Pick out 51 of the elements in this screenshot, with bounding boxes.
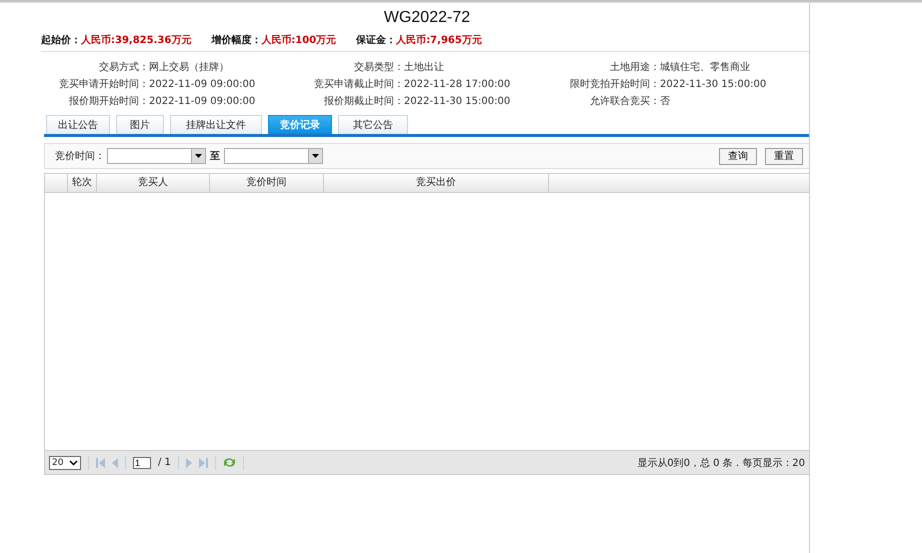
- price-label: 增价幅度：: [211, 35, 262, 46]
- info-value: 2022-11-28 17:00:00: [404, 78, 510, 91]
- last-page-icon[interactable]: [198, 458, 208, 468]
- next-page-icon[interactable]: [186, 458, 192, 468]
- pagination-summary: 显示从0到0，总 0 条 . 每页显示：20: [637, 456, 805, 470]
- date-field[interactable]: [224, 148, 323, 164]
- previous-page-icon[interactable]: [112, 458, 118, 468]
- info-label: 允许联合竞买：: [589, 95, 660, 108]
- range-separator: 至: [209, 150, 221, 163]
- tab[interactable]: 出让公告: [46, 115, 110, 134]
- price-value: 人民币:7,965万元: [396, 35, 482, 46]
- action-button[interactable]: 重置: [765, 148, 803, 164]
- info-value: 2022-11-30 15:00:00: [404, 95, 510, 108]
- price-label: 起始价：: [41, 35, 81, 46]
- total-pages: / 1: [158, 457, 171, 468]
- dropdown-icon[interactable]: [308, 149, 322, 163]
- caret-icon[interactable]: [69, 460, 78, 466]
- price-value: 人民币:100万元: [261, 35, 336, 46]
- tab[interactable]: 挂牌出让文件: [170, 115, 262, 134]
- price-value: 人民币:39,825.36万元: [81, 35, 192, 46]
- filter-label: 竞价时间：: [55, 150, 105, 163]
- info-value: 2022-11-30 15:00:00: [660, 78, 766, 91]
- first-page-icon[interactable]: [96, 458, 105, 468]
- dropdown-icon[interactable]: [191, 149, 205, 163]
- info-label: 竞买申请开始时间：: [58, 78, 149, 91]
- info-value: 否: [660, 95, 670, 108]
- price-label: 保证金：: [356, 35, 396, 46]
- page-number-field[interactable]: 1: [133, 456, 151, 468]
- column-header[interactable]: 竞价时间: [210, 174, 324, 192]
- info-value: 城镇住宅、零售商业: [660, 61, 750, 74]
- tab[interactable]: 图片: [116, 115, 164, 134]
- date-field[interactable]: [107, 148, 206, 164]
- info-label: 交易方式：: [98, 61, 149, 74]
- column-header[interactable]: 竞买人: [97, 174, 210, 192]
- info-label: 报价期截止时间：: [323, 95, 404, 108]
- info-label: 报价期开始时间：: [68, 95, 149, 108]
- info-label: 竞买申请截止时间：: [313, 78, 404, 91]
- column-header[interactable]: 竞买出价: [324, 174, 549, 192]
- info-label: 土地用途：: [609, 61, 660, 74]
- refresh-icon[interactable]: [222, 457, 236, 468]
- column-header[interactable]: 轮次: [68, 174, 97, 192]
- info-value: 网上交易（挂牌）: [149, 61, 229, 74]
- action-button[interactable]: 查询: [719, 148, 757, 164]
- info-label: 交易类型：: [353, 61, 404, 74]
- info-value: 土地出让: [404, 61, 444, 74]
- info-value: 2022-11-09 09:00:00: [149, 78, 256, 91]
- info-value: 2022-11-09 09:00:00: [149, 95, 256, 108]
- tab[interactable]: 其它公告: [338, 115, 408, 134]
- page-size-select[interactable]: 20: [49, 456, 81, 470]
- info-label: 限时竞拍开始时间：: [569, 78, 660, 91]
- page-title: WG2022-72: [382, 8, 472, 28]
